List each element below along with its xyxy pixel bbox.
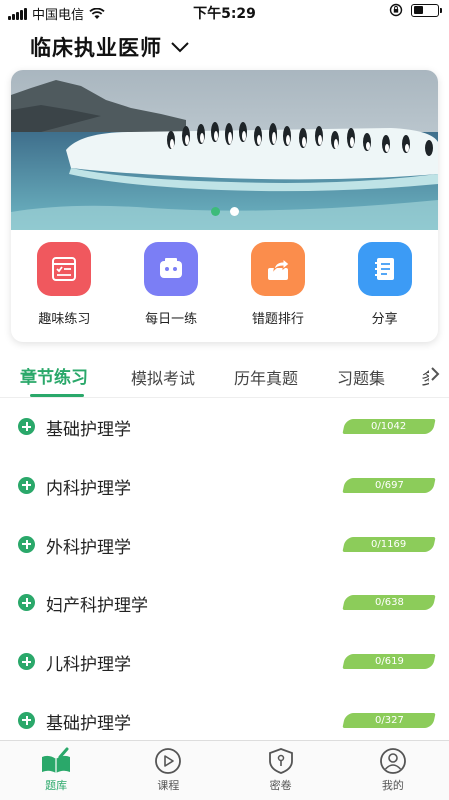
bottom-nav: 题库 课程 密卷 我的 xyxy=(0,740,449,800)
carousel-dot[interactable] xyxy=(210,207,220,216)
nav-courses[interactable]: 课程 xyxy=(112,741,224,800)
progress-text: 0/327 xyxy=(374,714,404,726)
quick-action-share[interactable]: 分享 xyxy=(331,242,438,327)
progress-badge: 0/619 xyxy=(342,654,436,670)
plus-circle-icon[interactable] xyxy=(18,653,35,671)
quick-action-label: 趣味练习 xyxy=(38,312,91,327)
chapter-name: 妇产科护理学 xyxy=(46,596,148,617)
chapter-list: 基础护理学 0/1042 内科护理学 0/697 外科护理学 0/1169 妇产… xyxy=(0,398,449,751)
nav-label: 密卷 xyxy=(269,779,292,792)
tab-more-partial[interactable]: 多 xyxy=(421,365,429,389)
chapter-name: 基础护理学 xyxy=(46,713,131,734)
nav-label: 课程 xyxy=(157,779,180,792)
orientation-lock-icon xyxy=(389,3,403,17)
robot-icon xyxy=(144,242,199,296)
plus-circle-icon[interactable] xyxy=(18,535,35,553)
tab-active-indicator xyxy=(30,394,84,397)
carousel-dot[interactable] xyxy=(229,207,239,216)
progress-text: 0/619 xyxy=(374,656,404,668)
banner-image[interactable] xyxy=(11,70,438,230)
carousel-dots xyxy=(11,207,438,216)
play-icon xyxy=(155,748,182,774)
plus-circle-icon[interactable] xyxy=(18,594,35,612)
chapter-name: 内科护理学 xyxy=(46,478,131,499)
tab-mock-exam[interactable]: 模拟考试 xyxy=(131,365,195,389)
nav-secret-papers[interactable]: 密卷 xyxy=(225,741,337,800)
plus-circle-icon[interactable] xyxy=(18,711,35,729)
user-icon xyxy=(379,748,406,774)
shield-icon xyxy=(268,748,293,774)
progress-badge: 0/697 xyxy=(342,477,436,493)
exam-selector[interactable]: 临床执业医师 xyxy=(30,31,190,63)
quiz-icon xyxy=(37,242,92,296)
category-tabs: 章节练习 模拟考试 历年真题 习题集 多 xyxy=(0,358,449,398)
quick-action-daily[interactable]: 每日一练 xyxy=(118,242,225,327)
tab-exercise-set[interactable]: 习题集 xyxy=(337,365,385,389)
chevron-right-icon[interactable] xyxy=(429,366,441,382)
list-item[interactable]: 外科护理学 0/1169 xyxy=(0,516,449,575)
status-time: 下午5:29 xyxy=(193,6,256,22)
list-item[interactable]: 儿科护理学 0/619 xyxy=(0,633,449,692)
battery-icon xyxy=(411,3,442,17)
plus-circle-icon[interactable] xyxy=(18,418,35,435)
quick-action-label: 错题排行 xyxy=(251,312,304,327)
nav-question-bank[interactable]: 题库 xyxy=(0,741,112,800)
book-icon xyxy=(42,747,71,773)
feature-card: 趣味练习 每日一练 错题排行 分享 xyxy=(11,70,438,342)
progress-badge: 0/1169 xyxy=(342,536,436,552)
progress-badge: 0/1042 xyxy=(342,419,436,434)
progress-badge: 0/327 xyxy=(342,712,436,728)
progress-badge: 0/638 xyxy=(342,595,436,611)
nav-label: 我的 xyxy=(381,779,404,792)
chevron-down-icon xyxy=(171,42,189,53)
chapter-name: 基础护理学 xyxy=(46,420,131,440)
page-title: 临床执业医师 xyxy=(30,36,162,60)
quick-action-label: 分享 xyxy=(371,312,398,327)
tab-chapter-practice[interactable]: 章节练习 xyxy=(20,363,88,388)
nav-mine[interactable]: 我的 xyxy=(337,741,449,800)
list-item[interactable]: 妇产科护理学 0/638 xyxy=(0,574,449,633)
status-bar: 中国电信 下午5:29 xyxy=(0,0,449,24)
nav-label: 题库 xyxy=(45,779,68,792)
quick-action-fun-practice[interactable]: 趣味练习 xyxy=(11,242,118,327)
list-item[interactable]: 基础护理学 0/1042 xyxy=(0,398,449,457)
progress-text: 0/638 xyxy=(374,597,404,609)
share-box-icon xyxy=(250,242,305,296)
status-right xyxy=(389,3,442,17)
chapter-name: 儿科护理学 xyxy=(46,655,131,676)
quick-actions: 趣味练习 每日一练 错题排行 分享 xyxy=(11,242,438,327)
progress-text: 0/1042 xyxy=(371,421,407,432)
notebook-icon xyxy=(357,242,412,296)
chapter-name: 外科护理学 xyxy=(46,537,131,558)
quick-action-label: 每日一练 xyxy=(145,312,198,327)
list-item[interactable]: 内科护理学 0/697 xyxy=(0,457,449,516)
progress-text: 0/697 xyxy=(374,479,404,491)
plus-circle-icon[interactable] xyxy=(18,476,35,494)
progress-text: 0/1169 xyxy=(371,538,407,550)
quick-action-wrong-ranking[interactable]: 错题排行 xyxy=(225,242,332,327)
tab-past-papers[interactable]: 历年真题 xyxy=(234,365,298,389)
